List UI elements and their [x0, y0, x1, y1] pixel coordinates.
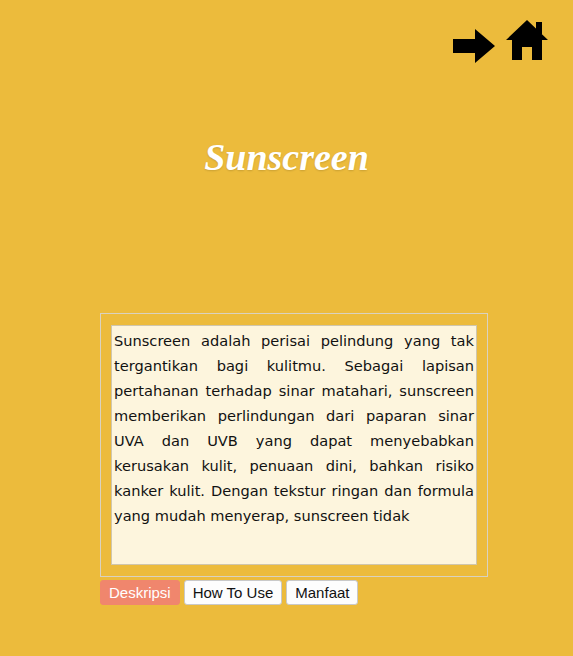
tab-button[interactable]: How To Use	[184, 580, 283, 606]
tab-button[interactable]: Manfaat	[286, 580, 358, 606]
page: Sunscreen Sunscreen adalah perisai pelin…	[0, 0, 573, 656]
tab-bar: DeskripsiHow To UseManfaat	[100, 580, 573, 606]
top-bar	[0, 0, 573, 70]
arrow-right-icon[interactable]	[451, 26, 497, 66]
tab-button[interactable]: Deskripsi	[100, 580, 180, 606]
home-icon[interactable]	[505, 18, 549, 62]
description-text[interactable]: Sunscreen adalah perisai pelindung yang …	[111, 325, 477, 565]
description-panel: Sunscreen adalah perisai pelindung yang …	[100, 313, 488, 577]
page-title: Sunscreen	[0, 135, 573, 181]
